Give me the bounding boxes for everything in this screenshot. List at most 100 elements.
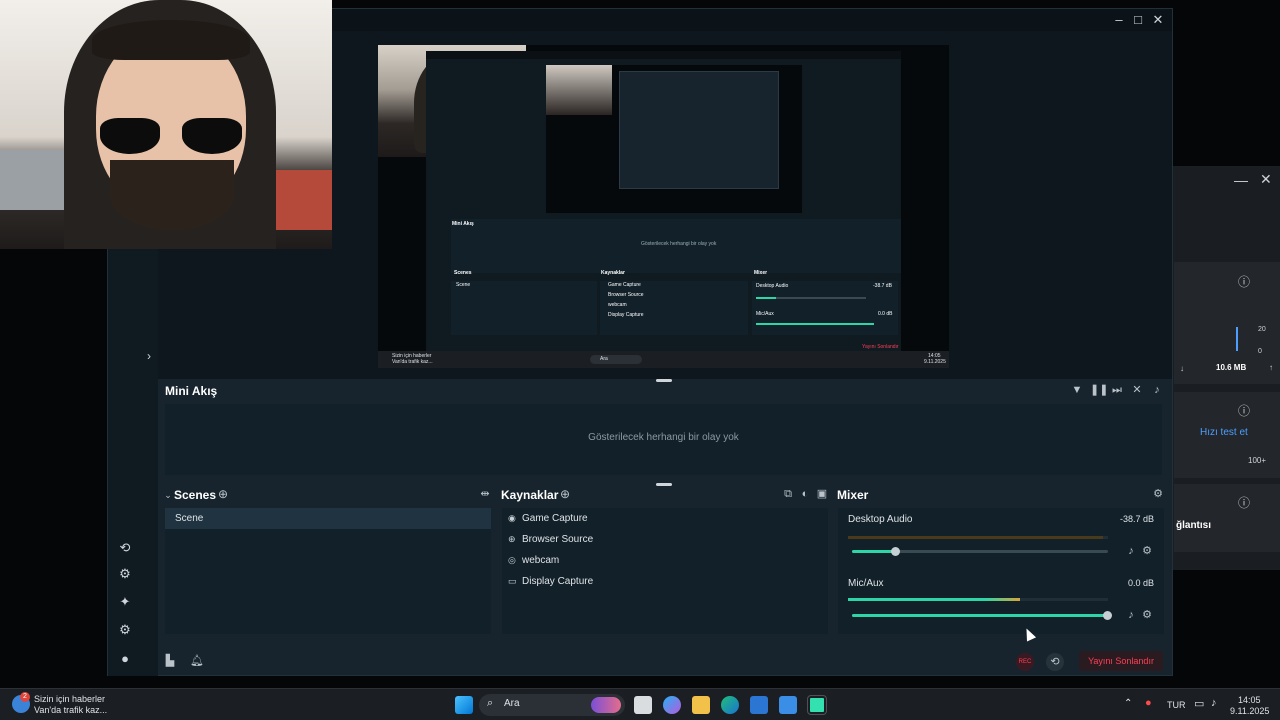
record-button[interactable]: REC (1016, 653, 1034, 671)
minimize-icon[interactable]: — (1234, 172, 1248, 188)
mic-aux-knob[interactable] (1103, 611, 1112, 620)
nested-source-2: Browser Source (608, 292, 644, 298)
nested-search-text: Ara (600, 356, 608, 362)
add-source-icon[interactable]: ⊕ (558, 487, 572, 501)
mixer-settings-icon[interactable]: ⚙ (1151, 487, 1165, 501)
mic-aux-volume-slider[interactable] (852, 611, 1112, 620)
speed-panel: ⓘ 20 0 ↓ 10.6 MB ↑ (1174, 262, 1280, 384)
connection-label: ğlantısı (1176, 520, 1212, 531)
themes-icon[interactable]: ⟲ (116, 539, 134, 557)
highlighter-icon[interactable]: ✦ (116, 593, 134, 611)
group-sources-icon[interactable]: ⧉ (781, 487, 795, 501)
maximize-icon[interactable]: □ (1128, 12, 1148, 28)
nested-desktop-audio: Desktop Audio (756, 283, 789, 289)
news-title[interactable]: Sizin için haberler (34, 694, 105, 704)
microphone-icon[interactable]: ● (1145, 697, 1152, 709)
scenes-panel: Scene (165, 508, 491, 634)
resize-handle-middle[interactable] (656, 483, 672, 486)
settings-icon[interactable]: ⚙ (116, 621, 134, 639)
background-window: — ✕ ⓘ 20 0 ↓ 10.6 MB ↑ ⓘ Hızı test et 10… (1170, 166, 1280, 570)
gamepad-icon: ◉ (508, 513, 516, 523)
vpn-app-icon[interactable] (779, 696, 797, 714)
taskbar-search[interactable]: ⌕ Ara (479, 694, 625, 716)
skip-icon[interactable]: ⏭ (1110, 383, 1124, 397)
performance-icon[interactable]: ▙ (163, 654, 177, 668)
test-panel: ⓘ Hızı test et 100+ (1174, 392, 1280, 478)
mute-alerts-icon[interactable]: ✕ (1130, 383, 1144, 397)
store-icon[interactable] (750, 696, 768, 714)
clock-date[interactable]: 9.11.2025 (1230, 706, 1269, 716)
filter-icon[interactable]: ▼ (1070, 383, 1084, 397)
app-store-icon[interactable]: ⚙ (116, 565, 134, 583)
add-folder-icon[interactable]: ▣ (815, 487, 829, 501)
start-windows-icon[interactable] (455, 696, 473, 714)
source-game-capture[interactable]: ◉ Game Capture (508, 508, 588, 528)
toggle-visibility-icon[interactable]: ◐ (798, 487, 812, 501)
hundred-plus-label: 100+ (1248, 456, 1267, 465)
end-stream-button[interactable]: Yayını Sonlandır (1079, 651, 1163, 671)
mixer-panel: Desktop Audio -38.7 dB ♪ ⚙ Mic/Aux 0.0 d… (838, 508, 1164, 634)
monitor-icon: ▭ (508, 576, 517, 586)
notifications-icon[interactable]: 🔔︎ (190, 654, 204, 668)
scenes-title: Scenes (174, 488, 217, 502)
speed-graph-bar (1236, 327, 1238, 351)
scene-transitions-icon[interactable]: ⇹ (478, 487, 492, 501)
desktop-audio-settings-icon[interactable]: ⚙ (1140, 544, 1154, 558)
volume-icon[interactable]: ♪ (1211, 697, 1217, 709)
source-webcam[interactable]: ◎ webcam (508, 550, 559, 570)
info-icon[interactable]: ⓘ (1238, 273, 1250, 290)
mic-aux-settings-icon[interactable]: ⚙ (1140, 608, 1154, 622)
nested-empty-text: Gösterilecek herhangi bir olay yok (641, 241, 717, 247)
nested-mixer-title: Mixer (754, 270, 768, 276)
add-scene-icon[interactable]: ⊕ (216, 487, 230, 501)
search-icon: ⌕ (487, 697, 494, 709)
scene-item[interactable]: Scene (165, 508, 491, 529)
nested-source-3: webcam (608, 302, 627, 308)
collapse-chevron-icon[interactable]: ⌄ (161, 488, 175, 502)
info-icon[interactable]: ⓘ (1238, 494, 1250, 511)
copilot-icon[interactable] (663, 696, 681, 714)
source-browser[interactable]: ⊕ Browser Source (508, 529, 593, 549)
news-subtitle[interactable]: Van'da trafik kaz... (34, 705, 107, 715)
webcam-icon: ◎ (508, 555, 516, 565)
mixer-title: Mixer (837, 488, 869, 502)
expand-chevron-icon[interactable]: › (140, 347, 158, 365)
network-icon[interactable]: ▭ (1194, 697, 1204, 710)
mic-aux-speaker-icon[interactable]: ♪ (1124, 608, 1138, 622)
connection-panel: ⓘ ğlantısı (1174, 484, 1280, 552)
nested-mic-db: 0.0 dB (878, 311, 893, 317)
language-indicator[interactable]: TUR (1167, 700, 1186, 710)
graph-top-label: 20 (1258, 326, 1266, 333)
nested-mini-feed-title: Mini Akış (452, 221, 474, 227)
speed-test-link[interactable]: Hızı test et (1200, 427, 1248, 438)
desktop-audio-speaker-icon[interactable]: ♪ (1124, 544, 1138, 558)
nested-scene-item: Scene (456, 282, 471, 288)
pause-icon[interactable]: ❚❚ (1090, 383, 1108, 397)
mic-aux-db: 0.0 dB (1127, 578, 1154, 588)
replay-buffer-icon[interactable]: ⟲ (1046, 653, 1064, 671)
glasses-left (100, 118, 160, 154)
profile-icon[interactable]: ● (116, 650, 134, 668)
mini-feed-title: Mini Akış (165, 384, 218, 398)
nested-taskbar: Sizin için haberler Van'da trafik kaz...… (378, 351, 949, 368)
volume-icon[interactable]: ♪ (1150, 383, 1164, 397)
close-icon[interactable]: ✕ (1260, 171, 1272, 188)
desktop-audio-volume-slider[interactable] (852, 547, 1108, 556)
nested-source-4: Display Capture (608, 312, 644, 318)
info-icon[interactable]: ⓘ (1238, 402, 1250, 419)
graph-bottom-label: 0 (1258, 348, 1262, 355)
minimize-icon[interactable]: – (1109, 12, 1129, 28)
resize-handle-top[interactable] (656, 379, 672, 382)
tray-chevron-icon[interactable]: ⌃ (1124, 698, 1132, 709)
desktop-audio-knob[interactable] (890, 547, 900, 556)
file-explorer-icon[interactable] (692, 696, 710, 714)
streamlabs-icon[interactable] (807, 695, 827, 715)
clock-time[interactable]: 14:05 (1238, 695, 1261, 705)
task-view-icon[interactable] (634, 696, 652, 714)
close-icon[interactable]: ✕ (1148, 12, 1168, 28)
edge-icon[interactable] (721, 696, 739, 714)
source-display-capture[interactable]: ▭ Display Capture (508, 571, 593, 591)
globe-icon: ⊕ (508, 534, 516, 544)
speed-value: 10.6 MB (1216, 363, 1247, 372)
preview-canvas: Mini Akış Gösterilecek herhangi bir olay… (378, 45, 949, 368)
